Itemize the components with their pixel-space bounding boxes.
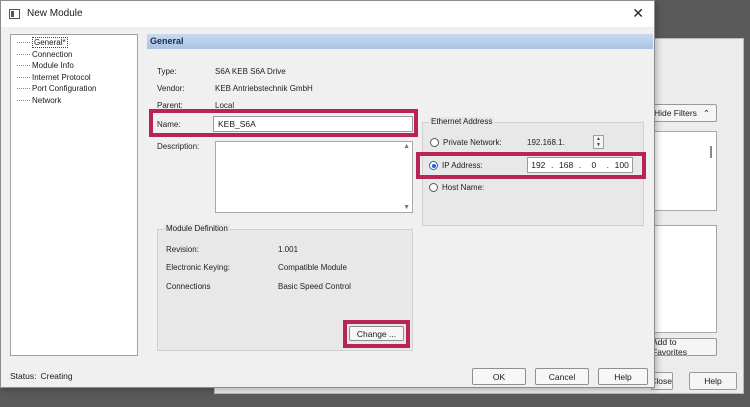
ip-octet-1[interactable]: 192	[528, 160, 549, 170]
section-header: General	[147, 34, 653, 49]
change-button-label: Change ...	[356, 328, 397, 339]
hide-filters-label: Hide Filters	[653, 108, 697, 118]
help-button-label: Help	[614, 371, 632, 382]
ip-address-radio[interactable]	[429, 161, 438, 170]
cancel-button[interactable]: Cancel	[535, 368, 589, 385]
description-input[interactable]: ▲ ▼	[215, 141, 413, 213]
tree-connector-line	[17, 42, 30, 44]
tree-item-internet-protocol[interactable]: Internet Protocol	[11, 72, 137, 84]
filter-list[interactable]	[647, 131, 717, 211]
ip-address-label: IP Address:	[442, 161, 483, 170]
tree-connector-line	[17, 76, 30, 78]
tree-item-port-configuration[interactable]: Port Configuration	[11, 83, 137, 95]
connections-label: Connections	[166, 282, 211, 291]
scroll-down-icon[interactable]: ▼	[403, 204, 410, 211]
connections-value: Basic Speed Control	[278, 282, 351, 291]
status-label: Status:	[10, 371, 37, 381]
description-label: Description:	[157, 142, 200, 151]
tree-item-connection[interactable]: Connection	[11, 49, 137, 61]
private-network-spinner[interactable]: ▲ ▼	[593, 135, 604, 149]
cancel-button-label: Cancel	[548, 371, 576, 382]
tree-connector-line	[17, 53, 30, 55]
ip-octet-4[interactable]: 100	[611, 160, 632, 170]
tree-item-label: Network	[32, 95, 62, 105]
vendor-label: Vendor:	[157, 84, 185, 93]
ip-octet-3[interactable]: 0	[584, 160, 605, 170]
private-network-label: Private Network:	[443, 138, 502, 147]
tree-item-label: General*	[32, 37, 68, 49]
general-panel: General Type: S6A KEB S6A Drive Vendor: …	[147, 34, 653, 356]
host-name-radio[interactable]	[429, 183, 438, 192]
tree-item-label: Module Info	[32, 61, 74, 71]
revision-label: Revision:	[166, 245, 199, 254]
help-label-bg: Help	[704, 376, 722, 386]
window-title: New Module	[27, 8, 83, 19]
tree-item-label: Port Configuration	[32, 84, 97, 94]
ip-dot: .	[606, 160, 609, 170]
change-button[interactable]: Change ...	[349, 326, 404, 341]
tree-item-network[interactable]: Network	[11, 95, 137, 107]
tree-item-label: Internet Protocol	[32, 72, 91, 82]
help-button[interactable]: Help	[598, 368, 648, 385]
vendor-value: KEB Antriebstechnik GmbH	[215, 84, 313, 93]
module-definition-title: Module Definition	[164, 224, 230, 233]
electronic-keying-value: Compatible Module	[278, 263, 347, 272]
ok-button[interactable]: OK	[472, 368, 526, 385]
name-input[interactable]: KEB_S6A	[213, 116, 413, 132]
tree-item-general[interactable]: General*	[11, 37, 137, 49]
ip-dot: .	[578, 160, 582, 170]
new-module-dialog: New Module ✕ General* Connection Module …	[0, 0, 655, 388]
ip-octet-2[interactable]: 168	[556, 160, 577, 170]
tree-item-module-info[interactable]: Module Info	[11, 60, 137, 72]
status-bar: Status: Creating	[10, 371, 73, 381]
scroll-up-icon[interactable]: ▲	[403, 143, 410, 150]
private-network-value: 192.168.1.	[527, 138, 565, 147]
scrollbar-thumb[interactable]	[710, 146, 712, 158]
tree-item-label: Connection	[32, 49, 73, 59]
chevron-up-icon: ⌃	[702, 107, 711, 118]
add-to-favorites-button[interactable]: Add to Favorites	[647, 337, 717, 357]
help-button-bg[interactable]: Help	[689, 372, 737, 390]
tree-connector-line	[17, 65, 30, 67]
revision-value: 1.001	[278, 245, 299, 254]
ip-address-input[interactable]: 192 . 168 . 0 . 100	[527, 157, 633, 173]
app-window-icon	[9, 9, 20, 19]
private-network-radio[interactable]	[430, 138, 439, 147]
tree-connector-line	[17, 99, 30, 101]
ok-button-label: OK	[492, 371, 506, 382]
ethernet-address-title: Ethernet Address	[429, 117, 495, 126]
name-label: Name:	[157, 120, 181, 129]
title-bar[interactable]: New Module ✕	[1, 1, 654, 27]
close-icon[interactable]: ✕	[632, 5, 644, 22]
host-name-label: Host Name:	[442, 183, 485, 192]
hide-filters-button[interactable]: Hide Filters ⌃	[647, 104, 717, 122]
category-tree[interactable]: General* Connection Module Info Internet…	[10, 34, 138, 356]
tree-connector-line	[17, 88, 30, 90]
status-value: Creating	[40, 371, 73, 381]
type-value: S6A KEB S6A Drive	[215, 67, 286, 76]
electronic-keying-label: Electronic Keying:	[166, 263, 231, 272]
ip-dot: .	[551, 160, 554, 170]
type-label: Type:	[157, 67, 177, 76]
favorites-list[interactable]	[647, 225, 717, 333]
add-to-favorites-label: Add to Favorites	[652, 337, 687, 357]
